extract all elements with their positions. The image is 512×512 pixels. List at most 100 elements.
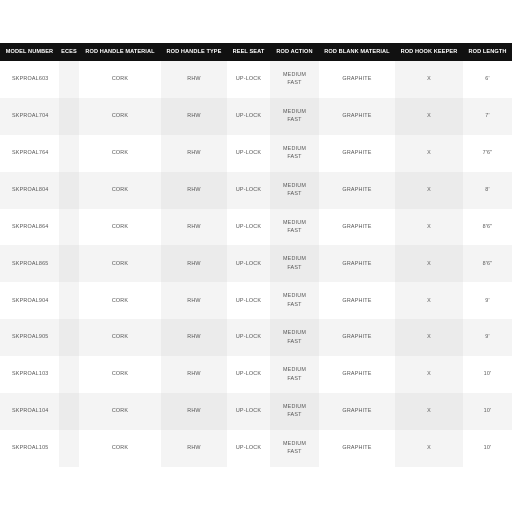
- rod-action-cell: MEDIUM FAST: [270, 208, 319, 246]
- rod-action-line: FAST: [287, 80, 302, 87]
- rod-action-cell: MEDIUM FAST: [270, 356, 319, 394]
- model-number-cell: SKPROAL704: [0, 97, 59, 135]
- reel-seat-cell: UP-LOCK: [227, 282, 270, 320]
- handle-type-cell: RHW: [161, 356, 227, 394]
- table-row: SKPROAL804 CORK RHW UP-LOCK MEDIUM FAST GRAPHI…: [0, 171, 512, 209]
- rod-action-line: MEDIUM: [282, 108, 307, 115]
- hook-keeper-cell: X: [395, 208, 463, 246]
- handle-material-cell: CORK: [79, 429, 161, 467]
- hook-keeper-cell: X: [395, 356, 463, 394]
- hook-keeper-cell: X: [395, 319, 463, 357]
- rod-length-cell: 8'6": [463, 245, 512, 283]
- model-number-cell: SKPROAL864: [0, 208, 59, 246]
- model-number-cell: SKPROAL104: [0, 393, 59, 430]
- handle-type-cell: RHW: [161, 61, 227, 98]
- reel-seat-cell: UP-LOCK: [227, 97, 270, 135]
- model-number-cell: SKPROAL103: [0, 356, 59, 394]
- handle-material-cell: CORK: [79, 245, 161, 283]
- pieces-cell: [59, 356, 79, 394]
- table-row: SKPROAL603 CORK RHW UP-LOCK MEDIUM FAST GRAPHI…: [0, 61, 512, 98]
- handle-type-cell: RHW: [161, 134, 227, 172]
- handle-material-cell: CORK: [79, 61, 161, 98]
- hook-keeper-cell: X: [395, 61, 463, 98]
- reel-seat-cell: UP-LOCK: [227, 171, 270, 209]
- handle-material-cell: CORK: [79, 134, 161, 172]
- rod-action-line: FAST: [287, 264, 302, 271]
- blank-material-cell: GRAPHITE: [319, 61, 395, 98]
- blank-material-cell: GRAPHITE: [319, 356, 395, 394]
- rod-length-cell: 10': [463, 393, 512, 430]
- rod-length-cell: 9': [463, 319, 512, 357]
- header-model-number: MODEL NUMBER: [0, 43, 59, 61]
- table-row: SKPROAL104 CORK RHW UP-LOCK MEDIUM FAST GRAPHI…: [0, 393, 512, 430]
- handle-type-cell: RHW: [161, 429, 227, 467]
- table-row: SKPROAL865 CORK RHW UP-LOCK MEDIUM FAST GRAPHI…: [0, 245, 512, 283]
- hook-keeper-cell: X: [395, 171, 463, 209]
- rod-action-line: MEDIUM: [282, 182, 307, 189]
- rod-length-cell: 10': [463, 356, 512, 394]
- table-row: SKPROAL103 CORK RHW UP-LOCK MEDIUM FAST GRAPHI…: [0, 356, 512, 394]
- model-number-cell: SKPROAL865: [0, 245, 59, 283]
- hook-keeper-cell: X: [395, 134, 463, 172]
- table-row: SKPROAL764 CORK RHW UP-LOCK MEDIUM FAST GRAPHI…: [0, 134, 512, 172]
- header-rod-blank-material: ROD BLANK MATERIAL: [319, 43, 395, 61]
- rod-action-cell: MEDIUM FAST: [270, 134, 319, 172]
- rod-length-cell: 6': [463, 61, 512, 98]
- header-rod-hook-keeper: ROD HOOK KEEPER: [395, 43, 463, 61]
- header-rod-handle-type: ROD HANDLE TYPE: [161, 43, 227, 61]
- handle-type-cell: RHW: [161, 97, 227, 135]
- rod-action-line: MEDIUM: [282, 403, 307, 410]
- rod-action-line: FAST: [287, 375, 302, 382]
- model-number-cell: SKPROAL603: [0, 61, 59, 98]
- rod-action-cell: MEDIUM FAST: [270, 319, 319, 357]
- header-rod-action: ROD ACTION: [270, 43, 319, 61]
- rod-action-line: FAST: [287, 117, 302, 124]
- table-row: SKPROAL105 CORK RHW UP-LOCK MEDIUM FAST GRAPHI…: [0, 429, 512, 467]
- reel-seat-cell: UP-LOCK: [227, 429, 270, 467]
- blank-material-cell: GRAPHITE: [319, 319, 395, 357]
- blank-material-cell: GRAPHITE: [319, 282, 395, 320]
- handle-material-cell: CORK: [79, 171, 161, 209]
- rod-action-line: MEDIUM: [282, 145, 307, 152]
- reel-seat-cell: UP-LOCK: [227, 356, 270, 394]
- handle-material-cell: CORK: [79, 393, 161, 430]
- rod-action-line: MEDIUM: [282, 367, 307, 374]
- pieces-cell: [59, 393, 79, 430]
- rod-action-line: FAST: [287, 449, 302, 456]
- model-number-cell: SKPROAL804: [0, 171, 59, 209]
- model-number-cell: SKPROAL105: [0, 429, 59, 467]
- table-row: SKPROAL905 CORK RHW UP-LOCK MEDIUM FAST GRAPHI…: [0, 319, 512, 357]
- header-pieces: ECES: [59, 43, 79, 61]
- blank-material-cell: GRAPHITE: [319, 134, 395, 172]
- rod-spec-table: MODEL NUMBER ECES ROD HANDLE MATERIAL RO…: [0, 43, 512, 467]
- rod-action-line: MEDIUM: [282, 330, 307, 337]
- handle-type-cell: RHW: [161, 171, 227, 209]
- handle-material-cell: CORK: [79, 356, 161, 394]
- handle-material-cell: CORK: [79, 282, 161, 320]
- handle-material-cell: CORK: [79, 319, 161, 357]
- reel-seat-cell: UP-LOCK: [227, 393, 270, 430]
- rod-action-cell: MEDIUM FAST: [270, 61, 319, 98]
- rod-action-line: MEDIUM: [282, 440, 307, 447]
- pieces-cell: [59, 97, 79, 135]
- reel-seat-cell: UP-LOCK: [227, 208, 270, 246]
- rod-action-line: FAST: [287, 412, 302, 419]
- rod-action-cell: MEDIUM FAST: [270, 97, 319, 135]
- table-row: SKPROAL904 CORK RHW UP-LOCK MEDIUM FAST GRAPHI…: [0, 282, 512, 320]
- pieces-cell: [59, 245, 79, 283]
- pieces-cell: [59, 208, 79, 246]
- rod-action-line: MEDIUM: [282, 219, 307, 226]
- model-number-cell: SKPROAL905: [0, 319, 59, 357]
- table-row: SKPROAL864 CORK RHW UP-LOCK MEDIUM FAST GRAPHI…: [0, 208, 512, 246]
- spec-table-container: MODEL NUMBER ECES ROD HANDLE MATERIAL RO…: [0, 43, 512, 467]
- reel-seat-cell: UP-LOCK: [227, 61, 270, 98]
- rod-action-cell: MEDIUM FAST: [270, 282, 319, 320]
- rod-length-cell: 7'6": [463, 134, 512, 172]
- pieces-cell: [59, 282, 79, 320]
- hook-keeper-cell: X: [395, 282, 463, 320]
- model-number-cell: SKPROAL904: [0, 282, 59, 320]
- rod-action-line: FAST: [287, 154, 302, 161]
- hook-keeper-cell: X: [395, 97, 463, 135]
- rod-length-cell: 8'6": [463, 208, 512, 246]
- model-number-cell: SKPROAL764: [0, 134, 59, 172]
